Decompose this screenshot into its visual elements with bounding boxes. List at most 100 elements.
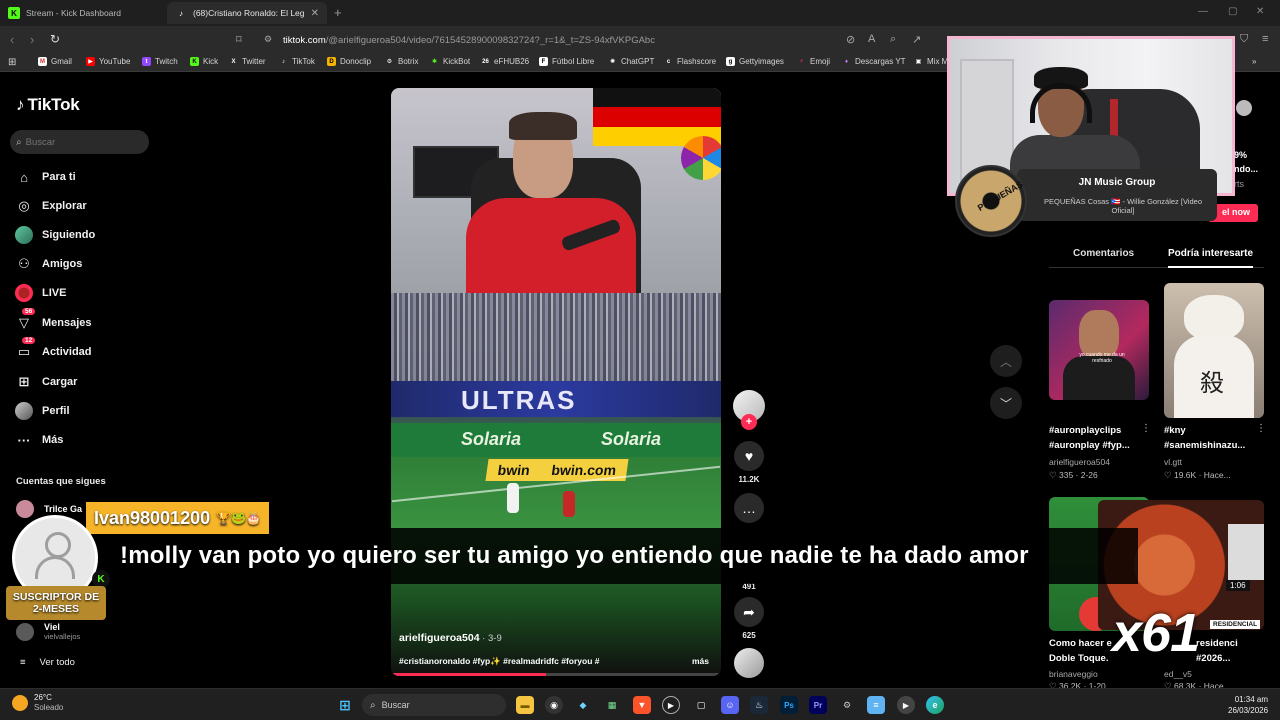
close-window-button[interactable]: ✕: [1256, 6, 1264, 17]
shield-icon[interactable]: ⛉: [1240, 33, 1248, 46]
notepad-icon[interactable]: ≡: [867, 696, 885, 714]
brave-icon[interactable]: ▼: [633, 696, 651, 714]
previous-video-button[interactable]: ︿: [990, 345, 1022, 377]
app-icon-green[interactable]: ▦: [603, 696, 621, 714]
see-all-button[interactable]: ≡ Ver todo: [20, 657, 75, 668]
card-title[interactable]: #kny #sanemishinazu...: [1164, 423, 1256, 453]
sound-avatar[interactable]: [734, 648, 764, 678]
url-field[interactable]: tiktok.com/@arielfigueroa504/video/76154…: [283, 31, 963, 49]
card-options-icon[interactable]: ⋮: [1141, 423, 1151, 434]
settings-icon[interactable]: ⚙: [838, 696, 856, 714]
play-icon[interactable]: ▶: [897, 696, 915, 714]
like-action[interactable]: ♥ 11.2K: [733, 441, 765, 484]
bookmark-tiktok[interactable]: ♪ TikTok: [279, 57, 315, 66]
card-title[interactable]: residenci #2026...: [1196, 636, 1266, 666]
recommended-video-1[interactable]: yo cuando me da un resfriado: [1049, 300, 1149, 400]
tab-tiktok-video[interactable]: ♪ (68)Cristiano Ronaldo: El Leg ✕: [167, 2, 327, 24]
recommended-video-2[interactable]: 殺: [1164, 283, 1264, 418]
comment-action[interactable]: …: [733, 493, 765, 523]
bookmark-emoji[interactable]: ⚡ Emoji: [797, 57, 830, 66]
nav-perfil[interactable]: Perfil: [14, 401, 70, 421]
new-tab-button[interactable]: +: [334, 5, 342, 20]
discord-icon[interactable]: ☺: [721, 696, 739, 714]
heart-icon[interactable]: ♥: [734, 441, 764, 471]
bookmark-twitter[interactable]: X Twitter: [229, 57, 265, 66]
back-button[interactable]: ‹: [10, 32, 14, 47]
tab-kick-dashboard[interactable]: K Stream - Kick Dashboard: [0, 2, 166, 24]
nav-mas[interactable]: ··· Más: [14, 430, 64, 450]
minimize-button[interactable]: —: [1198, 6, 1208, 17]
nav-cargar[interactable]: ⊞ Cargar: [14, 372, 78, 392]
zoom-icon[interactable]: ⌕: [890, 33, 896, 46]
bookmark-icon[interactable]: ⌑: [236, 33, 242, 46]
edge-icon[interactable]: e: [926, 696, 944, 714]
translate-icon[interactable]: A: [868, 33, 875, 45]
card-title[interactable]: Como hacer e Doble Toque.: [1049, 636, 1119, 666]
card-options-icon[interactable]: ⋮: [1256, 423, 1266, 434]
more-bookmarks-icon[interactable]: »: [1252, 57, 1256, 66]
taskbar-search[interactable]: ⌕ Buscar: [362, 694, 506, 716]
apps-icon[interactable]: ⊞: [8, 57, 16, 68]
comment-icon[interactable]: …: [734, 493, 764, 523]
steam-icon[interactable]: ♨: [750, 696, 768, 714]
nav-para-ti[interactable]: ⌂ Para ti: [14, 167, 76, 187]
share-icon[interactable]: ➦: [734, 597, 764, 627]
menu-icon[interactable]: ≡: [1262, 33, 1268, 45]
share-action[interactable]: ➦ 625: [733, 597, 765, 640]
tiktok-logo[interactable]: ♪ TikTok: [16, 95, 80, 115]
bookmark-twitch[interactable]: t Twitch: [142, 57, 178, 66]
bookmark-chatgpt[interactable]: ✺ ChatGPT: [608, 57, 654, 66]
nav-mensajes[interactable]: ▽ 56 Mensajes: [14, 308, 92, 333]
share-icon[interactable]: ↗: [912, 33, 921, 46]
nav-siguiendo[interactable]: Siguiendo: [14, 225, 95, 245]
forward-button[interactable]: ›: [30, 32, 34, 47]
bookmark-gmail[interactable]: M Gmail: [38, 57, 72, 66]
bookmark-futbol-libre[interactable]: F Fútbol Libre: [539, 57, 594, 66]
card-user[interactable]: brianaveggio: [1049, 669, 1098, 679]
following-account-viel[interactable]: Viel vielvallejos: [16, 622, 80, 641]
reader-icon[interactable]: ⊘: [846, 33, 855, 46]
video-player[interactable]: ULTRAS Solaria Solaria bwin bwin.com ari…: [391, 88, 721, 676]
bookmark-mix[interactable]: ▣ Mix M: [914, 57, 949, 66]
bookmark-kick[interactable]: K Kick: [190, 57, 218, 66]
bookmark-efhub[interactable]: 26 eFHUB26: [481, 57, 529, 66]
card-user[interactable]: vl.gtt: [1164, 457, 1182, 467]
maximize-button[interactable]: ▢: [1228, 6, 1237, 17]
bookmark-botrix[interactable]: ⚙ Botrix: [385, 57, 419, 66]
tab-comentarios[interactable]: Comentarios: [1073, 248, 1134, 259]
bookmark-flashscore[interactable]: c Flashscore: [664, 57, 716, 66]
reload-icon[interactable]: ↻: [50, 32, 60, 46]
app-icon-blue[interactable]: ◆: [574, 696, 592, 714]
bookmark-gettyimages[interactable]: g Gettyimages: [726, 57, 784, 66]
nav-amigos[interactable]: ⚇ Amigos: [14, 254, 82, 274]
follow-plus-icon[interactable]: +: [741, 414, 757, 430]
nav-actividad[interactable]: ▭ 12 Actividad: [14, 337, 92, 362]
bookmark-youtube[interactable]: ▶ YouTube: [86, 57, 130, 66]
media-player-icon[interactable]: ▶: [662, 696, 680, 714]
nav-explorar[interactable]: ◎ Explorar: [14, 196, 86, 216]
card-title[interactable]: #auronplayclips #auronplay #fyp...: [1049, 423, 1141, 453]
tab-podria-interesarte[interactable]: Podría interesarte: [1168, 248, 1254, 268]
windows-start-icon[interactable]: ⊞: [336, 696, 354, 714]
caption-more-button[interactable]: más: [692, 656, 709, 666]
user-avatar-icon[interactable]: [1236, 100, 1252, 116]
video-author[interactable]: arielfigueroa504 · 3-9: [399, 632, 502, 644]
card-user[interactable]: arielfigueroa504: [1049, 457, 1110, 467]
tiktok-search[interactable]: ⌕: [10, 130, 149, 154]
premiere-icon[interactable]: Pr: [809, 696, 827, 714]
app-icon-white[interactable]: ▢: [692, 696, 710, 714]
card-user[interactable]: ed__v5: [1164, 669, 1192, 679]
close-tab-icon[interactable]: ✕: [311, 8, 319, 19]
site-info-icon[interactable]: ⚙: [264, 34, 272, 45]
obs-icon[interactable]: ◉: [545, 696, 563, 714]
bookmark-kickbot[interactable]: ✱ KickBot: [430, 57, 470, 66]
taskbar-clock[interactable]: 01:34 am 26/03/2026: [1228, 694, 1268, 716]
file-explorer-icon[interactable]: ▬: [516, 696, 534, 714]
next-video-button[interactable]: ﹀: [990, 387, 1022, 419]
bookmark-donoclip[interactable]: D Donoclip: [327, 57, 371, 66]
photoshop-icon[interactable]: Ps: [780, 696, 798, 714]
sound-action[interactable]: [733, 648, 765, 678]
bookmark-descargas-yt[interactable]: ♦ Descargas YT: [842, 57, 906, 66]
video-progress-bar[interactable]: [391, 673, 721, 676]
weather-widget[interactable]: 26°C Soleado: [12, 693, 63, 713]
